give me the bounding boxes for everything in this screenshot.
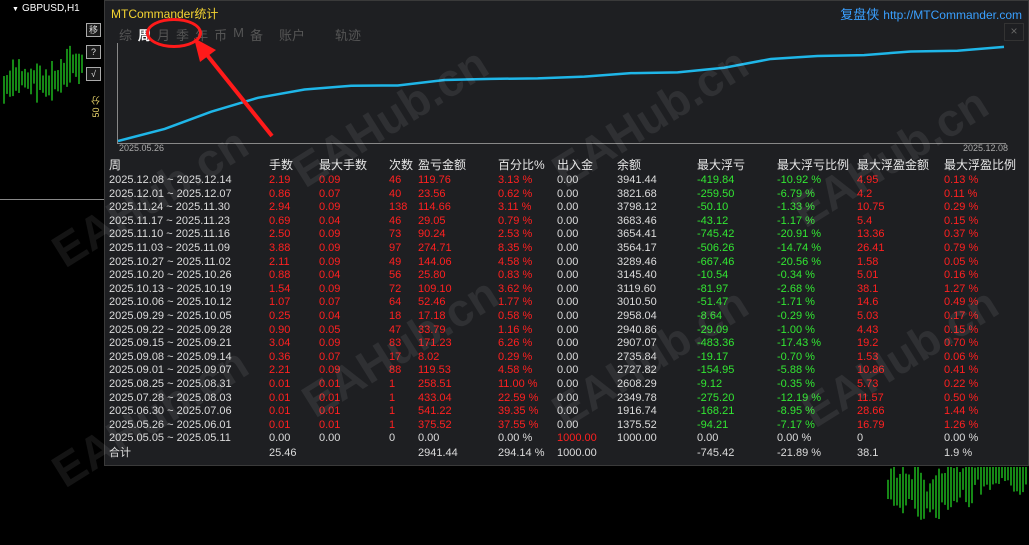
annotation-arrow: [194, 38, 274, 138]
